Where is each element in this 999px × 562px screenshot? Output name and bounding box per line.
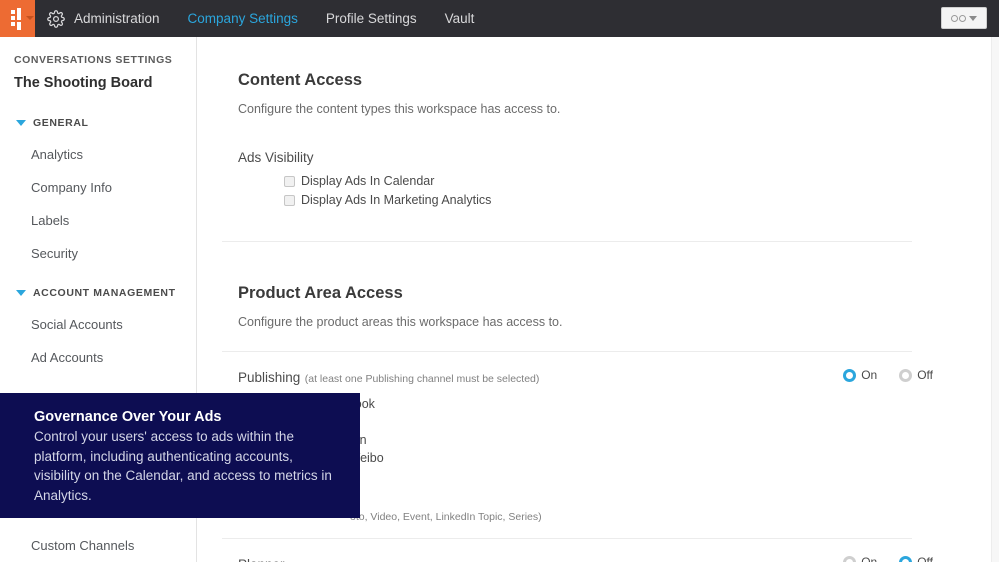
falcon-logo-icon[interactable] [0,0,35,37]
channel-twitter[interactable]: Twitter [284,415,991,429]
callout-overlay: Governance Over Your Ads Control your us… [0,393,360,518]
radio-on-label: On [861,555,878,562]
callout-body: Control your users' access to ads within… [34,429,332,503]
product-area-access-subtitle: Configure the product areas this workspa… [238,315,563,329]
radio-off-label: Off [917,368,933,382]
radio-on[interactable]: On [843,555,877,562]
sidebar-group-label: GENERAL [33,117,89,129]
logo-caret-icon [26,16,34,20]
nav-link-administration[interactable]: Administration [74,0,174,37]
page-title: Content Access [238,71,363,89]
nav-link-company-settings[interactable]: Company Settings [174,0,312,37]
checkbox-display-ads-in-marketing-analytics[interactable]: Display Ads In Marketing Analytics [284,193,991,207]
chevron-down-icon [16,120,26,126]
ads-visibility-label: Ads Visibility [238,150,314,165]
content-access-section: Content Access Configure the content typ… [198,37,991,116]
checkbox-label: Display Ads In Marketing Analytics [301,193,492,207]
publishing-label: Publishing [238,370,301,385]
user-menu-button[interactable] [941,7,987,29]
sidebar-item-security[interactable]: Security [0,246,196,261]
sidebar-group-general[interactable]: GENERAL [0,117,196,129]
content-access-subtitle: Configure the content types this workspa… [238,102,561,116]
sidebar-item-analytics[interactable]: Analytics [0,147,196,162]
content-types-hint: oto, Video, Event, LinkedIn Topic, Serie… [350,511,542,523]
sidebar-item-custom-channels[interactable]: Custom Channels [0,538,196,553]
vertical-scrollbar[interactable] [991,37,999,562]
radio-indicator [843,555,857,562]
radio-off[interactable]: Off [899,368,933,382]
radio-on-label: On [861,368,878,382]
ads-visibility-row: Ads Visibility Display Ads In Calendar D… [198,150,991,207]
radio-off-label: Off [917,555,933,562]
radio-off[interactable]: Off [899,555,933,562]
product-area-access-section: Product Area Access Configure the produc… [198,242,991,329]
planner-row: Planner On Off [198,555,991,562]
sidebar-item-company-info[interactable]: Company Info [0,180,196,195]
sidebar-item-ad-accounts[interactable]: Ad Accounts [0,350,196,365]
product-area-access-title: Product Area Access [238,284,403,302]
callout-title: Governance Over Your Ads [34,409,222,425]
radio-on[interactable]: On [843,368,877,382]
chevron-down-icon [16,290,26,296]
gear-icon[interactable] [46,9,65,28]
sidebar-item-social-accounts[interactable]: Social Accounts [0,317,196,332]
logo-mark [9,7,27,30]
publishing-hint: (at least one Publishing channel must be… [304,373,540,385]
publishing-toggle[interactable]: On Off [843,368,933,382]
radio-indicator [899,555,913,562]
channel-facebook[interactable]: f Facebook [284,397,991,411]
channel-sina-weibo[interactable]: ❁ Sina Weibo [284,451,991,465]
sidebar-workspace-title: The Shooting Board [14,75,153,91]
checkbox-box[interactable] [284,175,295,187]
user-eyes-icon [951,14,966,22]
radio-indicator [843,368,857,382]
checkbox-box[interactable] [284,194,295,206]
section-divider [222,351,912,352]
planner-toggle[interactable]: On Off [843,555,933,562]
top-navigation-bar: Administration Company Settings Profile … [0,0,999,37]
nav-link-vault[interactable]: Vault [431,0,489,37]
sidebar-item-labels[interactable]: Labels [0,213,196,228]
chevron-down-icon [969,15,977,21]
nav-link-profile-settings[interactable]: Profile Settings [312,0,431,37]
channel-linkedin[interactable]: in Linkedin [284,433,991,447]
sidebar-group-label: ACCOUNT MANAGEMENT [33,287,176,299]
sidebar-group-account-management[interactable]: ACCOUNT MANAGEMENT [0,287,196,299]
section-divider [222,538,912,539]
checkbox-label: Display Ads In Calendar [301,174,435,188]
checkbox-display-ads-in-calendar[interactable]: Display Ads In Calendar [284,174,991,188]
radio-indicator [899,368,913,382]
app-root: Administration Company Settings Profile … [0,0,999,562]
planner-label: Planner [238,557,285,562]
sidebar-eyebrow: CONVERSATIONS SETTINGS [14,54,173,66]
